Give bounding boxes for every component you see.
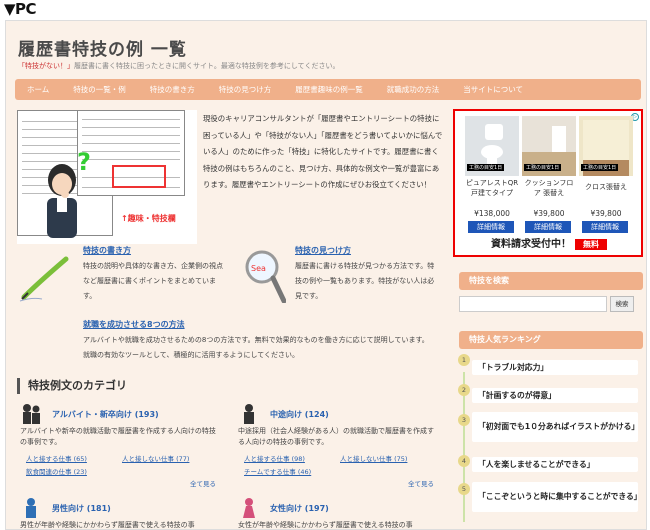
category-see-all[interactable]: 全て見る (190, 478, 216, 488)
rank-number: 2 (458, 384, 470, 396)
category-link[interactable]: 人と接する仕事 (65) (26, 453, 87, 463)
nav-hobby-examples[interactable]: 履歴書趣味の例一覧 (283, 84, 375, 95)
ad-price: ¥39,800 (533, 209, 565, 218)
pen-writing-icon (19, 256, 69, 302)
category-desc: 女性が年齢や経験にかかわらず履歴書で使える特技の事 (238, 521, 413, 529)
rank-number: 3 (458, 414, 470, 426)
website: 履歴書特技の例 一覧 「特技がない！」履歴書に書く特技に困ったときに開くサイト。… (5, 20, 647, 530)
ad-item[interactable]: 工務の目安1日 ピュアレストQR 戸建てタイプ ¥138,000 詳細情報 (465, 116, 519, 233)
skill-field-highlight (112, 165, 166, 188)
advertisement[interactable]: ▷ 工務の目安1日 ピュアレストQR 戸建てタイプ ¥138,000 詳細情報 … (453, 109, 643, 257)
category-desc: 男性が年齢や経験にかかわらず履歴書で使える特技の事 (20, 521, 195, 529)
ad-banner-text: 資料請求受付中！ (491, 239, 571, 250)
businessman-icon (244, 404, 254, 424)
ad-banner[interactable]: 資料請求受付中！ 無料 (465, 237, 633, 253)
category-link[interactable]: 人と接しない仕事 (77) (122, 453, 189, 463)
category-title[interactable]: 中途向け (124) (270, 409, 329, 420)
feature-title-how-to-find[interactable]: 特技の見つけ方 (295, 245, 351, 256)
ad-item[interactable]: 工務の目安1日 クロス張替え ¥39,800 詳細情報 (579, 116, 633, 233)
site-title[interactable]: 履歴書特技の例 一覧 (18, 35, 187, 60)
category-heading: 特技例文のカテゴリ (17, 378, 437, 394)
ranking-item[interactable]: 「計画するのが得意」 (472, 388, 638, 403)
ad-tag: 工務の目安1日 (524, 164, 562, 171)
woman-icon (243, 498, 255, 518)
category-link[interactable]: 飲食関連の仕事 (23) (26, 466, 87, 476)
category-link[interactable]: 人と接しない仕事 (75) (340, 453, 407, 463)
nav-how-to-find[interactable]: 特技の見つけ方 (207, 84, 284, 95)
ad-detail-button[interactable]: 詳細情報 (468, 221, 514, 233)
category-desc: アルバイトや新卒の就職活動で履歴書を作成する人向けの特技の事例です。 (20, 427, 216, 446)
intro-text: 現役のキャリアコンサルタントが「履歴書やエントリーシートの特技に困っている人」や… (203, 114, 443, 189)
nav-about[interactable]: 当サイトについて (451, 84, 535, 95)
ranking-item[interactable]: 「ここぞというと時に集中することができる」 (472, 482, 642, 512)
rank-number: 4 (458, 455, 470, 467)
skill-field-label: ↑趣味・特技欄 (121, 214, 176, 223)
ad-product-name: クッションフロア 張替え (524, 179, 574, 197)
ad-free-badge: 無料 (575, 239, 607, 250)
feature-text: 履歴書に書ける特技が見つかる方法です。特技の例や一覧もあります。特技がない人は必… (295, 262, 435, 300)
nav-skill-list[interactable]: 特技の一覧・例 (61, 84, 138, 95)
svg-text:Sea: Sea (251, 264, 266, 273)
category-title[interactable]: アルバイト・新卒向け (193) (52, 409, 159, 420)
nav-how-to-write[interactable]: 特技の書き方 (138, 84, 207, 95)
rank-number: 1 (458, 354, 470, 366)
search-input[interactable] (459, 296, 607, 312)
site-desc-text: 履歴書に書く特技に困ったときに開くサイト。最適な特技例を参考にしてください。 (74, 62, 340, 70)
rank-number: 5 (458, 483, 470, 495)
site-desc-prefix: 「特技がない！」 (18, 62, 74, 70)
ad-product-name: ピュアレストQR 戸建てタイプ (465, 179, 519, 197)
category-link[interactable]: 人と接する仕事 (98) (244, 453, 305, 463)
question-mark-icon: ? (77, 148, 91, 176)
ad-price: ¥138,000 (474, 209, 510, 218)
feature-text: アルバイトや就職を成功させるための8つの方法です。無料で効果的なものを働き方に応… (83, 336, 429, 359)
hero-illustration: ? ↑趣味・特技欄 (17, 110, 197, 244)
ranking-item[interactable]: 「トラブル対応力」 (472, 360, 638, 375)
ad-item[interactable]: 工務の目安1日 クッションフロア 張替え ¥39,800 詳細情報 (522, 116, 576, 233)
ad-product-name: クロス張替え (585, 183, 627, 191)
feature-title-how-to-write[interactable]: 特技の書き方 (83, 245, 131, 256)
ad-detail-button[interactable]: 詳細情報 (525, 221, 571, 233)
ranking-heading: 特技人気ランキング (459, 331, 643, 349)
feature-title-job-success[interactable]: 就職を成功させる8つの方法 (83, 319, 185, 330)
category-desc: 中途採用（社会人経験がある人）の就職活動で履歴書を作成する人向けの特技の事例です… (238, 427, 434, 446)
man-icon (26, 498, 36, 518)
global-nav: ホーム 特技の一覧・例 特技の書き方 特技の見つけ方 履歴書趣味の例一覧 就職成… (15, 79, 641, 100)
magnifier-search-icon: Sea (245, 250, 286, 303)
ad-price: ¥39,800 (590, 209, 622, 218)
businesspeople-icon (23, 404, 40, 424)
category-see-all[interactable]: 全て見る (408, 478, 434, 488)
ad-detail-button[interactable]: 詳細情報 (582, 221, 628, 233)
ranking-item[interactable]: 「初対面でも1０分あればイラストがかける」 (472, 412, 639, 442)
category-link[interactable]: チームでする仕事 (46) (244, 466, 311, 476)
feature-text: 特技の説明や具体的な書き方、企業側の視点など履歴書に書くポイントをまとめています… (83, 262, 223, 300)
ad-tag: 工務の目安1日 (467, 164, 505, 171)
category-title[interactable]: 男性向け (181) (52, 503, 111, 514)
search-heading: 特技を検索 (459, 272, 643, 290)
nav-job-success[interactable]: 就職成功の方法 (375, 84, 452, 95)
nav-home[interactable]: ホーム (15, 84, 61, 95)
screenshot-frame: ▼PC 履歴書特技の例 一覧 「特技がない！」履歴書に書く特技に困ったときに開く… (0, 0, 650, 530)
search-button[interactable]: 検索 (610, 296, 634, 312)
site-description: 「特技がない！」履歴書に書く特技に困ったときに開くサイト。最適な特技例を参考にし… (18, 61, 339, 71)
category-title[interactable]: 女性向け (197) (270, 503, 329, 514)
ad-tag: 工務の目安1日 (581, 164, 619, 171)
pc-label: ▼PC (4, 0, 37, 18)
ranking-item[interactable]: 「人を楽しませることができる」 (472, 457, 638, 472)
